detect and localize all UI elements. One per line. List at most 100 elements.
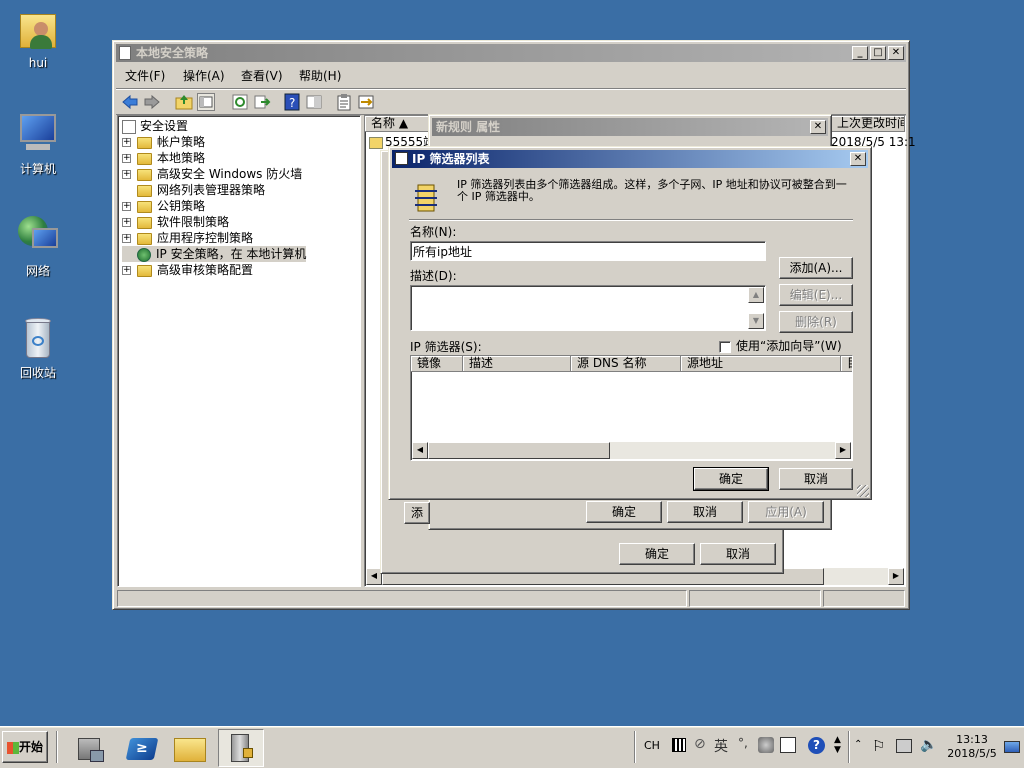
minimize-button[interactable]: _	[852, 46, 868, 60]
back-ok-button[interactable]: 确定	[619, 543, 695, 565]
show-hidden-icons-icon[interactable]: ⌃	[854, 739, 862, 750]
description-textarea[interactable]: ▲ ▼	[410, 285, 766, 331]
tree-item-local-policy[interactable]: + 本地策略	[122, 150, 205, 166]
start-button[interactable]: 开始	[2, 731, 48, 763]
ime-options-icon[interactable]: ▲ ▼	[834, 735, 841, 755]
tree-item-app-control[interactable]: + 应用程序控制策略	[122, 230, 253, 246]
ime-mode[interactable]: 英	[714, 736, 728, 756]
back-cancel-button[interactable]: 取消	[700, 543, 776, 565]
tree-item-software-restriction[interactable]: + 软件限制策略	[122, 214, 229, 230]
dialog-close-button[interactable]: ✕	[850, 152, 866, 166]
clipboard-icon[interactable]	[335, 93, 353, 111]
ip-filter-titlebar[interactable]: IP 筛选器列表 ✕	[392, 150, 868, 168]
show-hide-tree-icon[interactable]	[197, 93, 215, 111]
refresh-icon[interactable]	[231, 93, 249, 111]
properties-close-button[interactable]: ✕	[810, 120, 826, 134]
edit-filter-button[interactable]: 编辑(E)...	[779, 284, 853, 306]
volume-muted-icon[interactable]: 🔈	[920, 737, 937, 753]
desktop-icon-recycle-bin[interactable]: 回收站	[0, 316, 76, 381]
add-filter-button[interactable]: 添加(A)...	[779, 257, 853, 279]
powershell-icon[interactable]: ≥	[122, 732, 162, 764]
folder-icon	[137, 200, 152, 213]
wizard-checkbox[interactable]	[719, 340, 731, 353]
ime-help-icon[interactable]: ?	[808, 737, 825, 754]
tools-icon[interactable]	[758, 737, 774, 753]
action-center-flag-icon[interactable]: ⚐	[872, 737, 885, 755]
main-titlebar[interactable]: 本地安全策略 _ □ ✕	[116, 44, 906, 62]
scroll-down-icon[interactable]: ▼	[748, 313, 764, 329]
menu-action[interactable]: 操作(A)	[183, 65, 225, 87]
help-icon[interactable]: ?	[283, 93, 301, 111]
back-arrow-icon[interactable]	[121, 93, 139, 111]
keyboard-icon[interactable]	[672, 738, 686, 752]
clock[interactable]: 13:13 2018/5/5	[944, 733, 1000, 761]
tree-item-network-list[interactable]: 网络列表管理器策略	[122, 182, 265, 198]
network-tray-icon[interactable]	[896, 739, 912, 753]
language-indicator[interactable]: CH	[644, 739, 660, 752]
folder-icon	[137, 136, 152, 149]
column-header-dest[interactable]: 目	[841, 356, 852, 372]
expand-icon[interactable]: +	[122, 154, 131, 163]
tree-item-public-key[interactable]: + 公钥策略	[122, 198, 205, 214]
scroll-right-icon[interactable]: ▶	[835, 442, 851, 459]
column-header-source-address[interactable]: 源地址	[681, 356, 841, 372]
desktop-icon-hui[interactable]: hui	[0, 8, 76, 70]
column-header-last-modified[interactable]: 上次更改时间	[831, 116, 905, 132]
menu-help[interactable]: 帮助(H)	[299, 65, 341, 87]
menu-file[interactable]: 文件(F)	[125, 65, 165, 87]
resize-grip-icon[interactable]	[857, 485, 869, 497]
desktop-icon-label: hui	[28, 56, 48, 70]
desktop-icon-label: 计算机	[19, 162, 56, 176]
show-desktop-icon[interactable]	[1004, 741, 1020, 753]
properties-cancel-button[interactable]: 取消	[667, 501, 743, 523]
expand-icon[interactable]: +	[122, 138, 131, 147]
tree-item-ip-security[interactable]: IP 安全策略，在 本地计算机	[122, 246, 307, 262]
punctuation-icon[interactable]: °,	[738, 736, 748, 750]
menu-view[interactable]: 查看(V)	[241, 65, 283, 87]
ip-policy-manage-icon[interactable]	[357, 93, 375, 111]
close-button[interactable]: ✕	[888, 46, 904, 60]
column-header-source-dns[interactable]: 源 DNS 名称	[571, 356, 681, 372]
desktop-icon-network[interactable]: 网络	[0, 214, 76, 279]
scroll-right-icon[interactable]: ▶	[888, 568, 904, 585]
cancel-button[interactable]: 取消	[779, 468, 853, 490]
scroll-left-icon[interactable]: ◀	[412, 442, 428, 459]
expand-icon[interactable]: +	[122, 234, 131, 243]
delete-filter-button[interactable]: 删除(R)	[779, 311, 853, 333]
local-security-policy-task[interactable]	[218, 729, 264, 767]
table-horizontal-scrollbar[interactable]: ◀ ▶	[412, 442, 851, 459]
wizard-checkbox-row[interactable]: 使用“添加向导”(W)	[719, 337, 842, 354]
tree-item-advanced-audit[interactable]: + 高级审核策略配置	[122, 262, 253, 278]
dialog-icon	[395, 152, 408, 165]
forward-arrow-icon[interactable]	[143, 93, 161, 111]
ok-button[interactable]: 确定	[693, 467, 769, 491]
clock-date: 2018/5/5	[947, 747, 997, 760]
expand-icon[interactable]: +	[122, 170, 131, 179]
properties-apply-button[interactable]: 应用(A)	[748, 501, 824, 523]
explorer-folder-icon[interactable]	[170, 732, 210, 764]
no-entry-icon[interactable]: ⊘	[694, 736, 706, 752]
desktop-icon-computer[interactable]: 计算机	[0, 112, 76, 177]
add-rule-button[interactable]: 添	[404, 502, 430, 524]
export-list-icon[interactable]	[253, 93, 271, 111]
scroll-up-icon[interactable]: ▲	[748, 287, 764, 303]
expand-icon[interactable]: +	[122, 202, 131, 211]
properties-titlebar[interactable]: 新规则 属性 ✕	[432, 118, 828, 136]
maximize-button[interactable]: □	[870, 46, 886, 60]
ime-pad-icon[interactable]	[780, 737, 796, 753]
expand-icon[interactable]: +	[122, 218, 131, 227]
tree-item-firewall[interactable]: + 高级安全 Windows 防火墙	[122, 166, 302, 182]
properties-pane-icon[interactable]	[305, 93, 323, 111]
server-manager-icon[interactable]	[72, 732, 112, 764]
column-header-description[interactable]: 描述	[463, 356, 571, 372]
properties-ok-button[interactable]: 确定	[586, 501, 662, 523]
expand-icon[interactable]: +	[122, 266, 131, 275]
recycle-bin-icon	[16, 316, 60, 360]
column-header-name[interactable]: 名称 ▲	[365, 116, 431, 132]
scroll-thumb[interactable]	[428, 442, 610, 459]
name-input[interactable]	[410, 241, 766, 261]
tree-item-account-policy[interactable]: + 帐户策略	[122, 134, 205, 150]
up-folder-icon[interactable]	[175, 93, 193, 111]
column-header-mirror[interactable]: 镜像	[411, 356, 463, 372]
tree-root[interactable]: 安全设置	[122, 118, 188, 134]
